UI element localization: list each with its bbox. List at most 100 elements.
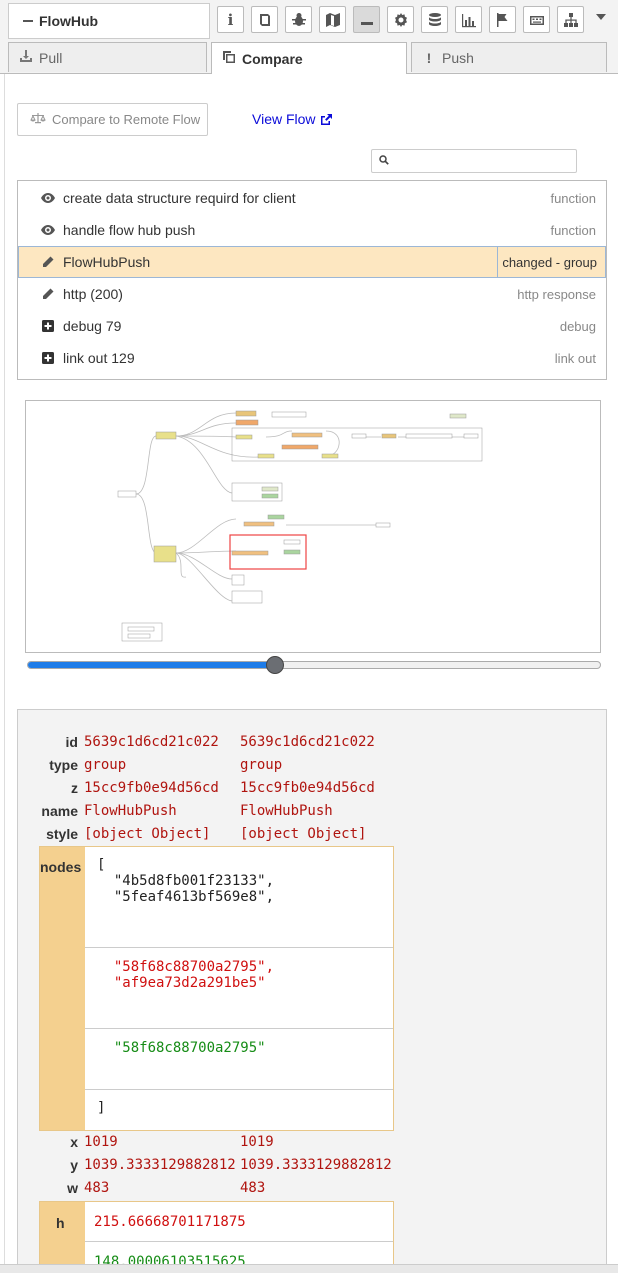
prop-old-value: 5639c1d6cd21c022 [84, 734, 219, 750]
sidebar-tab-title[interactable]: FlowHub [8, 3, 210, 39]
prop-new-value: 5639c1d6cd21c022 [240, 734, 375, 750]
tab-compare[interactable]: Compare [211, 42, 407, 74]
h-label: h [56, 1215, 65, 1231]
nodes-removed-cell: "58f68c88700a2795", "af9ea73d2a291be5" [85, 948, 393, 1029]
view-flow-label: View Flow [252, 111, 316, 127]
prop-new-value: group [240, 757, 283, 773]
list-item-label: http (200) [63, 286, 123, 302]
map-icon [325, 12, 340, 27]
prop-name: z [71, 780, 78, 796]
flow-structure-button[interactable] [557, 6, 584, 33]
debug-button[interactable] [285, 6, 312, 33]
compare-remote-label: Compare to Remote Flow [52, 112, 201, 127]
diff-panel: id 5639c1d6cd21c022 5639c1d6cd21c022 typ… [17, 709, 607, 1272]
list-item-type: function [550, 190, 596, 206]
prop-old-value: 15cc9fb0e94d56cd [84, 780, 219, 796]
tab-label: Push [442, 49, 474, 66]
version-slider[interactable] [27, 656, 601, 674]
pencil-icon [41, 288, 55, 300]
list-item-type: debug [559, 318, 596, 334]
search-input[interactable] [394, 152, 576, 172]
keyboard-button[interactable] [523, 6, 550, 33]
nodes-common-cell: [ "4b5d8fb001f23133", "5feaf4613bf569e8"… [85, 847, 393, 948]
prop-new-value: FlowHubPush [240, 803, 333, 819]
left-edge [0, 40, 5, 1272]
h-old-cell: 215.66668701171875 [85, 1202, 393, 1242]
prop-name: y [70, 1157, 78, 1173]
plus-square-icon [41, 352, 55, 364]
h-diff: h 215.66668701171875 148.00006103515625 [39, 1201, 394, 1272]
nodes-added-cell: "58f68c88700a2795" [85, 1029, 393, 1090]
nodes-removed: "58f68c88700a2795", "af9ea73d2a291be5" [113, 959, 275, 991]
flowhub-tabs: Pull Compare ! Push [0, 40, 618, 74]
nodes-common: "4b5d8fb001f23133", "5feaf4613bf569e8", [113, 873, 275, 905]
gear-icon [394, 12, 407, 27]
slider-handle[interactable] [266, 656, 284, 674]
change-list: create data structure requird for client… [17, 180, 607, 380]
minus-icon [23, 20, 33, 22]
book-icon [259, 13, 270, 26]
list-item-selected[interactable]: FlowHubPush changed - group [18, 246, 606, 278]
settings-button[interactable] [387, 6, 414, 33]
prop-new-value: 15cc9fb0e94d56cd [240, 780, 375, 796]
prop-old-value: [object Object] [84, 826, 211, 842]
list-item-type: link out [554, 350, 596, 366]
eye-icon [41, 225, 55, 235]
exclamation-icon: ! [426, 49, 432, 66]
list-item[interactable]: handle flow hub push function [18, 214, 606, 246]
pencil-icon [41, 256, 55, 268]
prop-old-value: group [84, 757, 127, 773]
minus-icon [360, 21, 373, 25]
dashboard-button[interactable] [455, 6, 482, 33]
flag-icon [496, 12, 507, 27]
nodes-label-cell: nodes [40, 847, 85, 1130]
tab-push[interactable]: ! Push [411, 42, 607, 72]
app-title: FlowHub [39, 13, 99, 29]
list-item-label: debug 79 [63, 318, 122, 334]
prop-new-value: 483 [240, 1180, 266, 1196]
flag-button[interactable] [489, 6, 516, 33]
h-label-cell: h [40, 1202, 85, 1272]
prop-new-value: 1039.3333129882812 [240, 1157, 392, 1173]
prop-old-value: 1039.3333129882812 [84, 1157, 236, 1173]
list-item-type: changed - group [497, 247, 605, 277]
map-button[interactable] [319, 6, 346, 33]
h-old-value: 215.66668701171875 [94, 1214, 246, 1230]
chart-icon [461, 13, 476, 27]
view-flow-link[interactable]: View Flow [252, 111, 333, 127]
list-item[interactable]: link out 129 link out [18, 342, 606, 374]
prop-name: x [70, 1134, 78, 1150]
nodes-open-bracket: [ [97, 857, 106, 873]
info-icon: i [227, 10, 234, 29]
list-item[interactable]: debug 79 debug [18, 310, 606, 342]
list-item-type: function [550, 222, 596, 238]
external-link-icon [320, 113, 332, 125]
download-icon [19, 49, 33, 66]
database-icon [428, 12, 441, 26]
flow-preview-graphic [117, 410, 483, 642]
prop-new-value: [object Object] [240, 826, 367, 842]
info-button[interactable]: i [217, 6, 244, 33]
context-data-button[interactable] [421, 6, 448, 33]
nodes-label: nodes [40, 859, 82, 875]
list-item[interactable]: create data structure requird for client… [18, 182, 606, 214]
slider-fill [28, 662, 275, 668]
chevron-down-icon[interactable] [596, 14, 606, 20]
prop-name: w [67, 1180, 78, 1196]
tab-pull[interactable]: Pull [8, 42, 207, 72]
bug-icon [291, 12, 306, 26]
sidebar-header: FlowHub i [0, 0, 618, 41]
prop-name: id [65, 734, 78, 750]
prop-new-value: 1019 [240, 1134, 274, 1150]
collapse-button[interactable] [353, 6, 380, 33]
flow-preview[interactable] [25, 400, 601, 653]
tab-label: Compare [242, 50, 303, 67]
nodes-diff: nodes [ "4b5d8fb001f23133", "5feaf4613bf… [39, 846, 394, 1131]
plus-square-icon [41, 320, 55, 332]
help-button[interactable] [251, 6, 278, 33]
prop-name: type [49, 757, 78, 773]
list-item[interactable]: http (200) http response [18, 278, 606, 310]
search-field[interactable] [371, 149, 577, 173]
prop-old-value: FlowHubPush [84, 803, 177, 819]
compare-remote-button[interactable]: Compare to Remote Flow [17, 103, 208, 136]
